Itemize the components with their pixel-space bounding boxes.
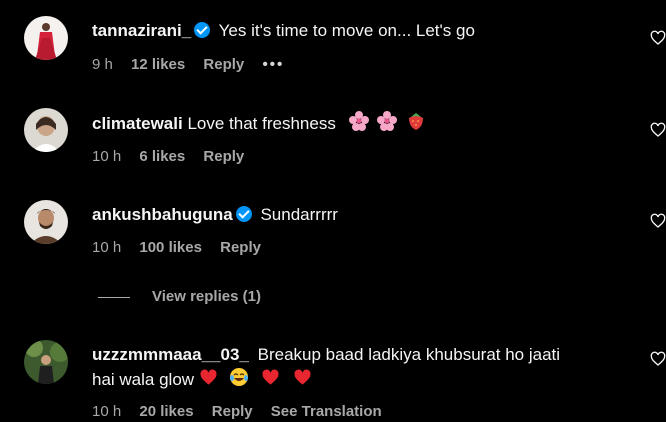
verified-badge-icon — [194, 22, 211, 38]
avatar[interactable] — [24, 16, 68, 60]
timestamp[interactable]: 10 h — [92, 148, 121, 165]
comment-text: Breakup baad ladkiya khubsurat ho jaati — [257, 345, 561, 364]
verified-badge-icon — [235, 206, 252, 222]
see-translation-button[interactable]: See Translation — [271, 403, 382, 420]
strawberry-icon — [409, 113, 424, 130]
tears-of-joy-icon — [229, 368, 248, 386]
comment-text-line: tannazirani_ Yes it's time to move on...… — [92, 19, 475, 43]
heart-icon[interactable] — [650, 30, 666, 46]
replies-divider — [98, 296, 130, 298]
more-options-icon[interactable]: ••• — [262, 56, 284, 73]
username[interactable]: uzzzmmmaaa__03_ — [92, 345, 249, 364]
comment-meta: 10 h 20 likes Reply See Translation — [92, 402, 396, 422]
heart-icon[interactable] — [650, 213, 666, 229]
cherry-blossom-icon — [377, 111, 398, 131]
comment-meta: 10 h 100 likes Reply — [92, 238, 275, 258]
red-heart-icon — [262, 369, 279, 385]
likes-count[interactable]: 12 likes — [131, 56, 185, 73]
likes-count[interactable]: 100 likes — [139, 239, 202, 256]
reply-button[interactable]: Reply — [203, 56, 244, 73]
reply-button[interactable]: Reply — [212, 403, 253, 420]
comment-meta: 10 h 6 likes Reply — [92, 147, 258, 167]
comment-text-line: climatewali Love that freshness — [92, 111, 426, 136]
comment-text: Sundarrrrr — [260, 205, 338, 224]
heart-icon[interactable] — [650, 351, 666, 367]
comment-text: Love that freshness — [187, 114, 336, 133]
timestamp[interactable]: 9 h — [92, 56, 113, 73]
timestamp[interactable]: 10 h — [92, 239, 121, 256]
avatar[interactable] — [24, 108, 68, 152]
likes-count[interactable]: 6 likes — [139, 148, 185, 165]
avatar[interactable] — [24, 200, 68, 244]
comment-text: Yes it's time to move on... Let's go — [218, 21, 475, 40]
username[interactable]: tannazirani_ — [92, 21, 191, 40]
red-heart-icon — [200, 369, 217, 385]
reply-button[interactable]: Reply — [220, 239, 261, 256]
view-replies-label[interactable]: View replies (1) — [152, 288, 261, 305]
username[interactable]: climatewali — [92, 114, 183, 133]
comment-text: hai wala glow — [92, 370, 195, 389]
comment-text-line: uzzzmmmaaa__03_ Breakup baad ladkiya khu… — [92, 343, 560, 367]
likes-count[interactable]: 20 likes — [139, 403, 193, 420]
view-replies-button[interactable]: View replies (1) — [98, 288, 261, 308]
heart-icon[interactable] — [650, 122, 666, 138]
reply-button[interactable]: Reply — [203, 148, 244, 165]
timestamp[interactable]: 10 h — [92, 403, 121, 420]
avatar[interactable] — [24, 340, 68, 384]
comment-text-line: ankushbahuguna Sundarrrrr — [92, 203, 338, 227]
comment-text-line-2: hai wala glow — [92, 367, 312, 392]
cherry-blossom-icon — [348, 111, 369, 131]
red-heart-icon — [294, 369, 311, 385]
comment-meta: 9 h 12 likes Reply ••• — [92, 55, 298, 75]
username[interactable]: ankushbahuguna — [92, 205, 233, 224]
